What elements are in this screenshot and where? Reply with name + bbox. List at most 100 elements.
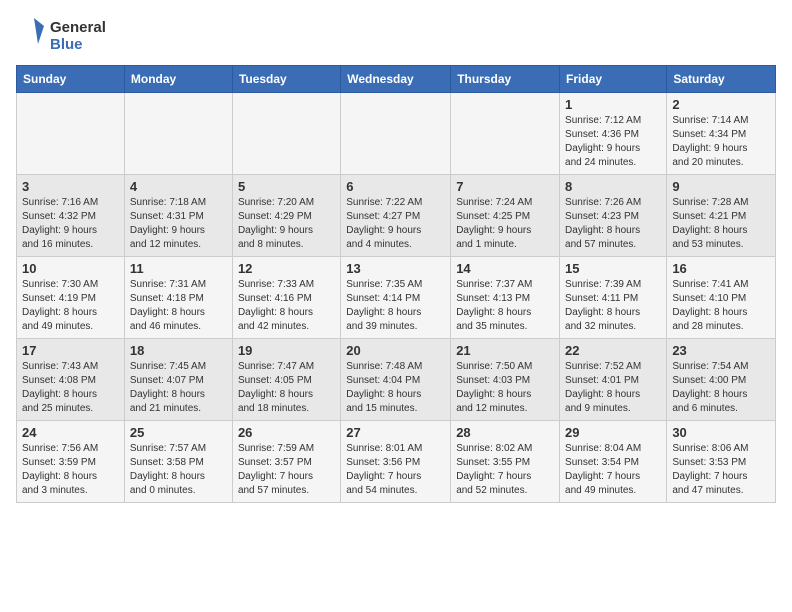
day-info: Sunrise: 7:12 AM Sunset: 4:36 PM Dayligh…: [565, 114, 661, 170]
calendar-day-cell: 13Sunrise: 7:35 AM Sunset: 4:14 PM Dayli…: [341, 257, 451, 339]
calendar-day-cell: 7Sunrise: 7:24 AM Sunset: 4:25 PM Daylig…: [451, 175, 560, 257]
day-number: 14: [456, 261, 554, 276]
day-info: Sunrise: 7:57 AM Sunset: 3:58 PM Dayligh…: [130, 442, 227, 498]
day-number: 29: [565, 425, 661, 440]
calendar-day-cell: 4Sunrise: 7:18 AM Sunset: 4:31 PM Daylig…: [124, 175, 232, 257]
logo-shape: [16, 16, 46, 57]
calendar-day-cell: 17 Sunrise: 7:43 AM Sunset: 4:08 PM Dayli…: [17, 339, 125, 421]
logo: General Blue: [16, 16, 106, 57]
calendar-day-cell: 2Sunrise: 7:14 AM Sunset: 4:34 PM Daylig…: [667, 93, 776, 175]
day-number: 23: [672, 343, 770, 358]
calendar-week-row: 3 Sunrise: 7:16 AM Sunset: 4:32 PM Daylig…: [17, 175, 776, 257]
day-number: 28: [456, 425, 554, 440]
day-info: Sunrise: 8:02 AM Sunset: 3:55 PM Dayligh…: [456, 442, 554, 498]
day-info: Sunrise: 7:56 AM Sunset: 3:59 PM Dayligh…: [22, 442, 119, 498]
day-number: 15: [565, 261, 661, 276]
day-number: 19: [238, 343, 335, 358]
calendar-day-cell: 15 Sunrise: 7:39 AM Sunset: 4:11 PM Dayli…: [560, 257, 667, 339]
day-number: 3: [22, 179, 119, 194]
day-info: Sunrise: 7:28 AM Sunset: 4:21 PM Dayligh…: [672, 196, 770, 252]
day-number: 12: [238, 261, 335, 276]
weekday-header-cell: Wednesday: [341, 66, 451, 93]
day-info: Sunrise: 7:45 AM Sunset: 4:07 PM Dayligh…: [130, 360, 227, 416]
calendar-day-cell: [232, 93, 340, 175]
day-number: 5: [238, 179, 335, 194]
day-info: Sunrise: 7:20 AM Sunset: 4:29 PM Dayligh…: [238, 196, 335, 252]
day-number: 4: [130, 179, 227, 194]
day-info: Sunrise: 7:26 AM Sunset: 4:23 PM Dayligh…: [565, 196, 661, 252]
calendar-day-cell: [17, 93, 125, 175]
day-info: Sunrise: 7:24 AM Sunset: 4:25 PM Dayligh…: [456, 196, 554, 252]
day-info: Sunrise: 7:30 AM Sunset: 4:19 PM Dayligh…: [22, 278, 119, 334]
calendar-day-cell: 3 Sunrise: 7:16 AM Sunset: 4:32 PM Daylig…: [17, 175, 125, 257]
calendar-day-cell: 26 Sunrise: 7:59 AM Sunset: 3:57 PM Dayli…: [232, 421, 340, 503]
calendar-day-cell: 27Sunrise: 8:01 AM Sunset: 3:56 PM Dayli…: [341, 421, 451, 503]
calendar-day-cell: 1 Sunrise: 7:12 AM Sunset: 4:36 PM Daylig…: [560, 93, 667, 175]
day-info: Sunrise: 7:31 AM Sunset: 4:18 PM Dayligh…: [130, 278, 227, 334]
logo-general-text: General: [50, 20, 106, 37]
day-info: Sunrise: 7:16 AM Sunset: 4:32 PM Dayligh…: [22, 196, 119, 252]
calendar-week-row: 10 Sunrise: 7:30 AM Sunset: 4:19 PM Dayli…: [17, 257, 776, 339]
weekday-header-cell: Sunday: [17, 66, 125, 93]
calendar-day-cell: 18 Sunrise: 7:45 AM Sunset: 4:07 PM Dayli…: [124, 339, 232, 421]
day-number: 17: [22, 343, 119, 358]
day-info: Sunrise: 7:47 AM Sunset: 4:05 PM Dayligh…: [238, 360, 335, 416]
day-number: 20: [346, 343, 445, 358]
day-info: Sunrise: 7:37 AM Sunset: 4:13 PM Dayligh…: [456, 278, 554, 334]
day-number: 21: [456, 343, 554, 358]
calendar-day-cell: 11Sunrise: 7:31 AM Sunset: 4:18 PM Dayli…: [124, 257, 232, 339]
day-number: 13: [346, 261, 445, 276]
calendar-day-cell: 30Sunrise: 8:06 AM Sunset: 3:53 PM Dayli…: [667, 421, 776, 503]
day-info: Sunrise: 8:04 AM Sunset: 3:54 PM Dayligh…: [565, 442, 661, 498]
day-info: Sunrise: 7:48 AM Sunset: 4:04 PM Dayligh…: [346, 360, 445, 416]
weekday-header-cell: Thursday: [451, 66, 560, 93]
calendar-day-cell: 29 Sunrise: 8:04 AM Sunset: 3:54 PM Dayli…: [560, 421, 667, 503]
logo-blue-text: Blue: [50, 37, 106, 54]
day-number: 16: [672, 261, 770, 276]
calendar-day-cell: 20 Sunrise: 7:48 AM Sunset: 4:04 PM Dayli…: [341, 339, 451, 421]
day-info: Sunrise: 7:22 AM Sunset: 4:27 PM Dayligh…: [346, 196, 445, 252]
calendar-day-cell: [341, 93, 451, 175]
day-info: Sunrise: 7:54 AM Sunset: 4:00 PM Dayligh…: [672, 360, 770, 416]
calendar-day-cell: 9Sunrise: 7:28 AM Sunset: 4:21 PM Daylig…: [667, 175, 776, 257]
calendar-day-cell: 5 Sunrise: 7:20 AM Sunset: 4:29 PM Daylig…: [232, 175, 340, 257]
calendar-body: 1 Sunrise: 7:12 AM Sunset: 4:36 PM Daylig…: [17, 93, 776, 503]
day-number: 18: [130, 343, 227, 358]
day-info: Sunrise: 7:43 AM Sunset: 4:08 PM Dayligh…: [22, 360, 119, 416]
calendar-day-cell: [451, 93, 560, 175]
day-number: 6: [346, 179, 445, 194]
calendar-day-cell: 21Sunrise: 7:50 AM Sunset: 4:03 PM Dayli…: [451, 339, 560, 421]
weekday-header-cell: Tuesday: [232, 66, 340, 93]
day-info: Sunrise: 7:41 AM Sunset: 4:10 PM Dayligh…: [672, 278, 770, 334]
day-number: 10: [22, 261, 119, 276]
calendar-day-cell: 10 Sunrise: 7:30 AM Sunset: 4:19 PM Dayli…: [17, 257, 125, 339]
weekday-header-cell: Monday: [124, 66, 232, 93]
weekday-header-cell: Saturday: [667, 66, 776, 93]
calendar-week-row: 17 Sunrise: 7:43 AM Sunset: 4:08 PM Dayli…: [17, 339, 776, 421]
day-number: 30: [672, 425, 770, 440]
calendar-day-cell: 28 Sunrise: 8:02 AM Sunset: 3:55 PM Dayli…: [451, 421, 560, 503]
logo-svg: [16, 16, 46, 52]
day-number: 25: [130, 425, 227, 440]
day-number: 1: [565, 97, 661, 112]
day-number: 26: [238, 425, 335, 440]
calendar-week-row: 24 Sunrise: 7:56 AM Sunset: 3:59 PM Dayli…: [17, 421, 776, 503]
calendar-day-cell: 16 Sunrise: 7:41 AM Sunset: 4:10 PM Dayli…: [667, 257, 776, 339]
day-number: 22: [565, 343, 661, 358]
calendar-day-cell: 14 Sunrise: 7:37 AM Sunset: 4:13 PM Dayli…: [451, 257, 560, 339]
day-info: Sunrise: 7:39 AM Sunset: 4:11 PM Dayligh…: [565, 278, 661, 334]
day-info: Sunrise: 7:52 AM Sunset: 4:01 PM Dayligh…: [565, 360, 661, 416]
day-info: Sunrise: 8:01 AM Sunset: 3:56 PM Dayligh…: [346, 442, 445, 498]
day-info: Sunrise: 7:59 AM Sunset: 3:57 PM Dayligh…: [238, 442, 335, 498]
weekday-header-cell: Friday: [560, 66, 667, 93]
day-number: 24: [22, 425, 119, 440]
day-number: 2: [672, 97, 770, 112]
day-number: 8: [565, 179, 661, 194]
calendar-week-row: 1 Sunrise: 7:12 AM Sunset: 4:36 PM Daylig…: [17, 93, 776, 175]
calendar-day-cell: 25 Sunrise: 7:57 AM Sunset: 3:58 PM Dayli…: [124, 421, 232, 503]
calendar-day-cell: 12Sunrise: 7:33 AM Sunset: 4:16 PM Dayli…: [232, 257, 340, 339]
calendar-day-cell: [124, 93, 232, 175]
weekday-header-row: SundayMondayTuesdayWednesdayThursdayFrid…: [17, 66, 776, 93]
calendar-day-cell: 23 Sunrise: 7:54 AM Sunset: 4:00 PM Dayli…: [667, 339, 776, 421]
calendar-day-cell: 6 Sunrise: 7:22 AM Sunset: 4:27 PM Daylig…: [341, 175, 451, 257]
